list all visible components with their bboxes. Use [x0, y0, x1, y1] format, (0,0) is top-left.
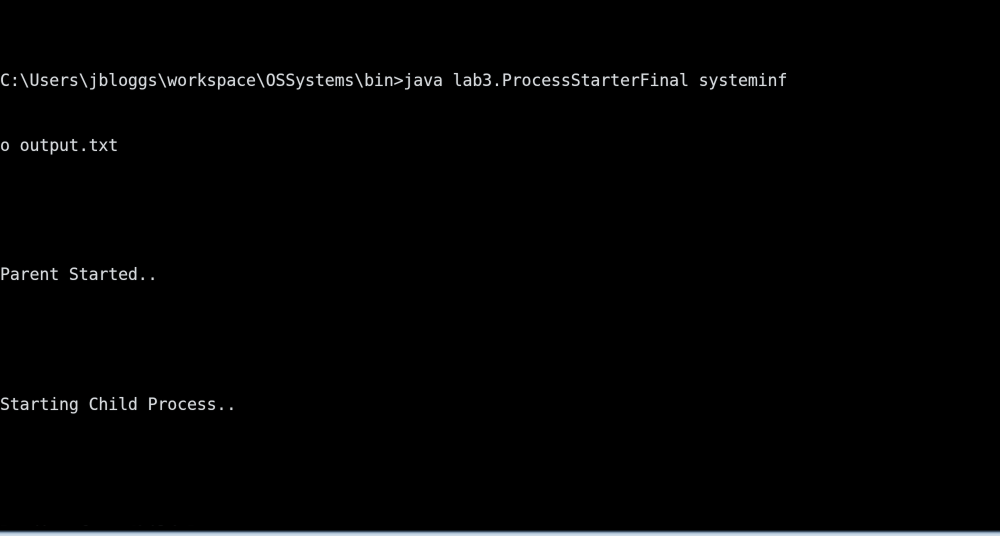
terminal-line: C:\Users\jbloggs\workspace\OSSystems\bin…: [0, 70, 788, 90]
command-prompt-window[interactable]: C:\Users\jbloggs\workspace\OSSystems\bin…: [0, 0, 1000, 536]
terminal-line: o output.txt: [0, 135, 119, 155]
terminal-line: Parent Started..: [0, 265, 158, 285]
terminal-screen[interactable]: C:\Users\jbloggs\workspace\OSSystems\bin…: [0, 0, 1000, 536]
terminal-line: Reading from Child Process..: [0, 524, 276, 536]
terminal-line: Starting Child Process..: [0, 394, 237, 414]
